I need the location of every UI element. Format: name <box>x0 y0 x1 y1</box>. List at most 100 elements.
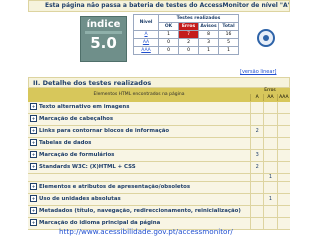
col-a-header: A <box>250 94 263 101</box>
error-count: 2 <box>178 38 199 47</box>
total-count: 5 <box>218 38 239 47</box>
expand-icon[interactable]: + <box>30 115 37 122</box>
cell-a <box>250 138 263 149</box>
cell-aa <box>263 138 276 149</box>
total-count: 1 <box>218 46 239 55</box>
errors-column-header: Erros A AA AAA <box>250 88 290 102</box>
cell-aa <box>263 150 276 161</box>
cell-a <box>250 206 263 217</box>
detail-row[interactable]: + Marcação de cabeçalhos <box>28 114 290 126</box>
warning-count: 1 <box>198 46 219 55</box>
cell-aaa <box>276 194 290 205</box>
cell-aa <box>263 182 276 193</box>
total-header: Total <box>218 22 239 31</box>
row-label: Marcação de formulários <box>39 152 115 158</box>
detail-row[interactable]: + Standards W3C: (X)HTML + CSS 2 <box>28 162 290 174</box>
errors-header: Erros <box>178 22 199 31</box>
cell-aaa <box>276 206 290 217</box>
expand-icon[interactable]: + <box>30 151 37 158</box>
detail-row[interactable]: + Uso de unidades absolutas 1 <box>28 194 290 206</box>
ok-header: OK <box>158 22 179 31</box>
detail-row[interactable]: + Marcação de formulários 3 <box>28 150 290 162</box>
expand-icon[interactable]: + <box>30 103 37 110</box>
detail-row[interactable]: + Texto alternativo em imagens <box>28 102 290 114</box>
cell-a <box>250 102 263 113</box>
cell-aa <box>263 162 276 173</box>
tests-title: Testes realizados <box>158 14 239 23</box>
expand-icon[interactable]: + <box>30 127 37 134</box>
expand-icon[interactable]: + <box>30 195 37 202</box>
tests-summary-table: Nível Testes realizados OK Erros Avisos … <box>133 14 239 55</box>
cell-aaa <box>276 182 290 193</box>
ok-count: 1 <box>158 30 179 39</box>
row-label: Marcação de cabeçalhos <box>39 116 114 122</box>
warning-count: 3 <box>198 38 219 47</box>
expand-icon[interactable]: + <box>30 163 37 170</box>
detail-row[interactable]: + Tabelas de dados <box>28 138 290 150</box>
source-url-link[interactable]: http://www.acessibilidade.gov.pt/accessm… <box>59 227 233 236</box>
row-label: Metadados (título, navegação, redireccio… <box>39 208 241 214</box>
row-label: Standards W3C: (X)HTML + CSS <box>39 164 136 170</box>
row-label: Elementos e atributos de apresentação/ob… <box>39 184 191 190</box>
expand-icon[interactable]: + <box>30 183 37 190</box>
accessibility-logo-icon <box>257 29 275 47</box>
col-aa-header: AA <box>263 94 276 101</box>
section-title: II. Detalhe dos testes realizados <box>28 77 290 88</box>
cell-aa <box>263 218 276 229</box>
expand-icon[interactable]: + <box>30 207 37 214</box>
row-label: Tabelas de dados <box>39 140 92 146</box>
level-aa-link[interactable]: AA <box>133 38 159 47</box>
error-count: 7 <box>178 30 199 39</box>
detail-row[interactable]: + Links para contornar blocos de informaç… <box>28 126 290 138</box>
cell-a: 3 <box>250 150 263 161</box>
cell-aaa <box>276 150 290 161</box>
warning-count: 8 <box>198 30 219 39</box>
cell-aaa <box>276 162 290 173</box>
row-label: Texto alternativo em imagens <box>39 104 130 110</box>
expand-icon[interactable]: + <box>30 139 37 146</box>
score-label: índice <box>86 19 121 30</box>
cell-a <box>250 194 263 205</box>
cell-aa <box>263 206 276 217</box>
cell-a: 2 <box>250 162 263 173</box>
cell-aa <box>263 126 276 137</box>
total-count: 16 <box>218 30 239 39</box>
expand-icon[interactable]: + <box>30 219 37 226</box>
score-badge: índice 5.0 <box>80 16 127 62</box>
level-a-link[interactable]: A <box>133 30 159 39</box>
detail-subrow: 1 <box>28 174 290 182</box>
warnings-header: Avisos <box>198 22 219 31</box>
cell-aaa <box>276 218 290 229</box>
cell-a <box>250 182 263 193</box>
cell-a <box>250 174 263 181</box>
cell-aa <box>263 114 276 125</box>
linear-version-link[interactable]: [versão linear] <box>240 69 276 75</box>
cell-aa: 1 <box>263 194 276 205</box>
cell-a: 2 <box>250 126 263 137</box>
details-header: Elementos HTML encontrados na página Err… <box>28 88 290 102</box>
level-header: Nível <box>133 14 159 31</box>
elements-header: Elementos HTML encontrados na página <box>28 88 250 102</box>
cell-a <box>250 218 263 229</box>
level-a-row: A 1 7 8 16 <box>133 30 239 39</box>
error-count: 0 <box>178 46 199 55</box>
cell-aaa <box>276 102 290 113</box>
ok-count: 0 <box>158 46 179 55</box>
cell-aa: 1 <box>263 174 276 181</box>
score-value: 5.0 <box>90 34 117 52</box>
detail-row[interactable]: + Metadados (título, navegação, redirecci… <box>28 206 290 218</box>
result-banner: Esta página não passa a bateria de teste… <box>28 0 290 12</box>
cell-aaa <box>276 126 290 137</box>
cell-aaa <box>276 138 290 149</box>
cell-aa <box>263 102 276 113</box>
detail-row[interactable]: + Elementos e atributos de apresentação/o… <box>28 182 290 194</box>
level-aaa-row: AAA 0 0 1 1 <box>133 46 239 55</box>
row-label: Uso de unidades absolutas <box>39 196 121 202</box>
level-aa-row: AA 0 2 3 5 <box>133 38 239 47</box>
level-aaa-link[interactable]: AAA <box>133 46 159 55</box>
cell-aaa <box>276 174 290 181</box>
ok-count: 0 <box>158 38 179 47</box>
cell-a <box>250 114 263 125</box>
details-list: + Texto alternativo em imagens + Marcação … <box>28 102 290 230</box>
col-aaa-header: AAA <box>276 94 290 101</box>
